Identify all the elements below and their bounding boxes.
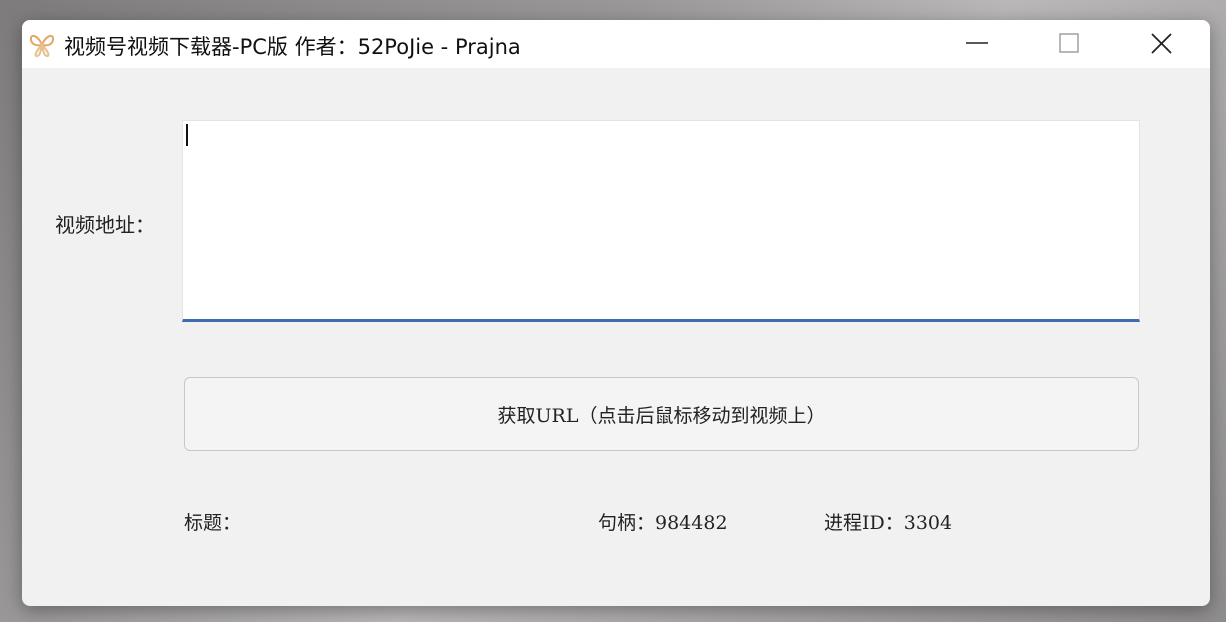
text-caret — [186, 124, 188, 146]
butterfly-logo-icon — [28, 31, 56, 59]
video-url-input[interactable] — [182, 120, 1140, 322]
close-button[interactable] — [1126, 20, 1198, 68]
app-window: 视频号视频下载器-PC版 作者：52PoJie - Prajna 视频地址： 获… — [22, 20, 1210, 606]
minimize-button[interactable] — [942, 20, 1014, 68]
get-url-button[interactable]: 获取URL（点击后鼠标移动到视频上） — [184, 377, 1139, 451]
video-url-label: 视频地址： — [55, 213, 155, 237]
window-title: 视频号视频下载器-PC版 作者：52PoJie - Prajna — [64, 35, 521, 59]
video-title-label: 标题： — [184, 512, 242, 534]
maximize-icon — [1059, 33, 1079, 53]
process-id-text: 进程ID：3304 — [824, 512, 953, 534]
close-icon — [1151, 33, 1172, 54]
window-handle-text: 句柄：984482 — [598, 512, 728, 534]
minimize-icon — [966, 42, 988, 44]
title-bar[interactable]: 视频号视频下载器-PC版 作者：52PoJie - Prajna — [22, 20, 1210, 68]
maximize-button[interactable] — [1034, 20, 1106, 68]
